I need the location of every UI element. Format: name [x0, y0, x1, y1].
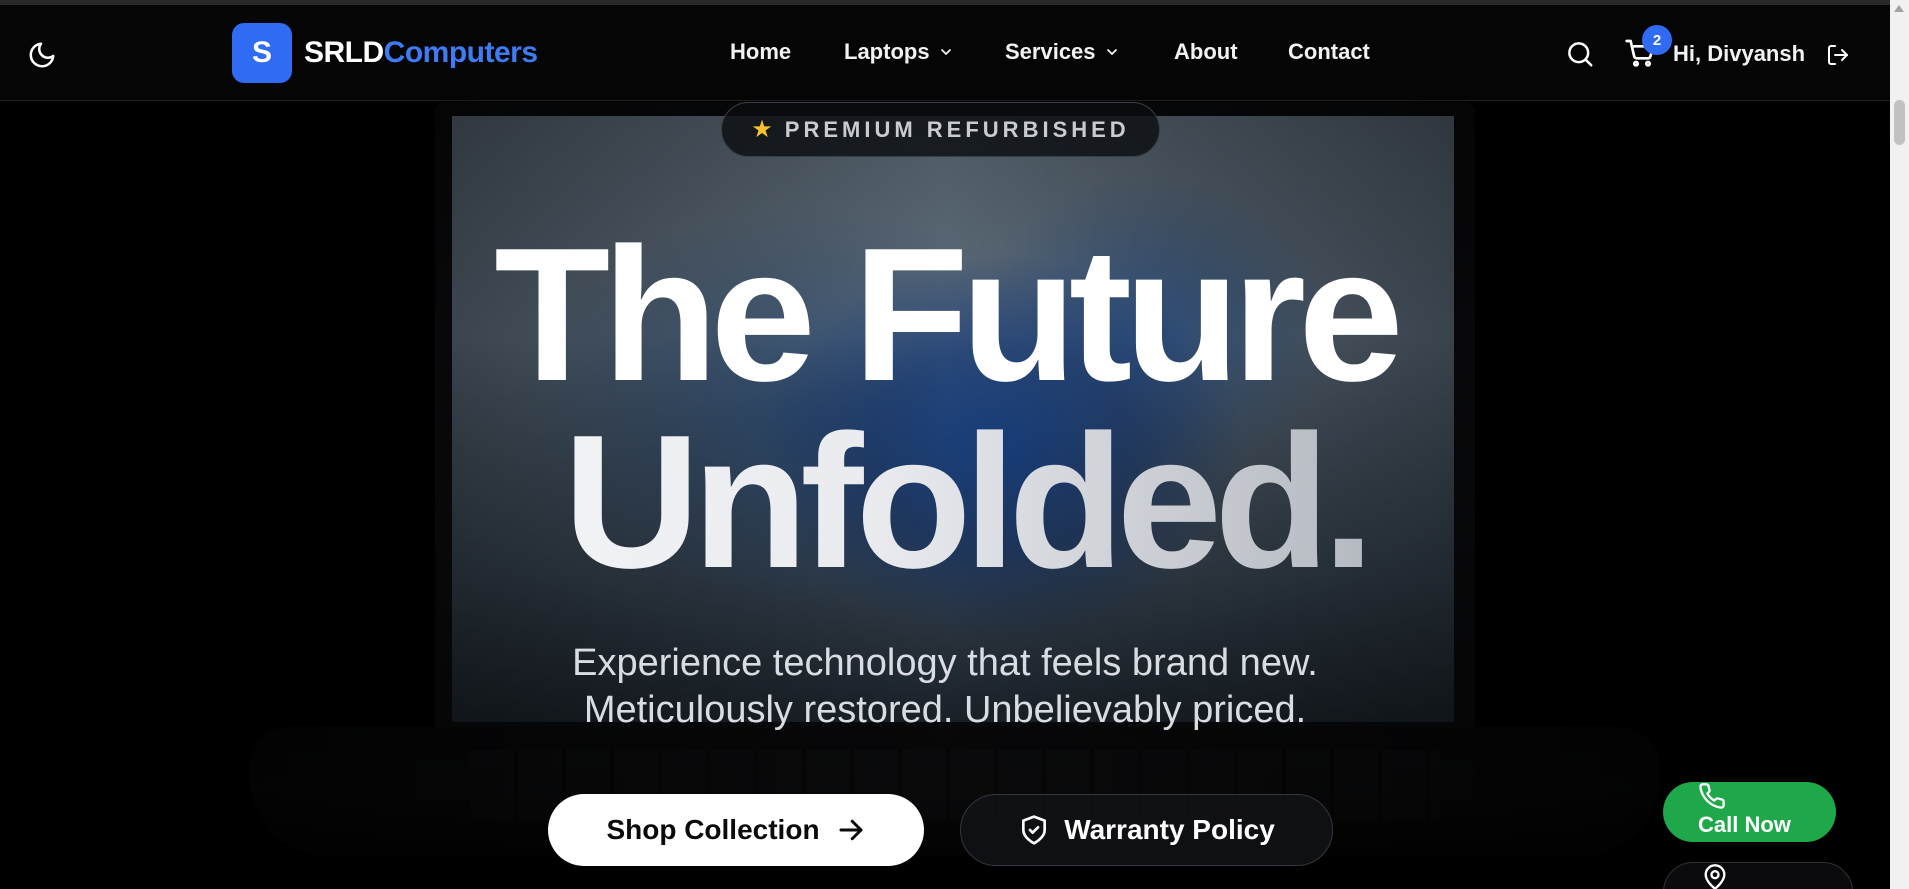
nav-about[interactable]: About: [1174, 39, 1238, 65]
nav-contact[interactable]: Contact: [1288, 39, 1370, 65]
search-button[interactable]: [1565, 39, 1595, 69]
phone-icon: [1699, 783, 1725, 809]
hero-section: ★ PREMIUM REFURBISHED The Future Unfolde…: [0, 102, 1890, 889]
shop-collection-button[interactable]: Shop Collection: [548, 794, 924, 866]
logo-text-part2: Computers: [383, 36, 538, 69]
nav-contact-label: Contact: [1288, 39, 1370, 64]
premium-badge-label: PREMIUM REFURBISHED: [784, 116, 1130, 142]
hero-subtitle-line1: Experience technology that feels brand n…: [572, 642, 1318, 684]
nav-home-label: Home: [730, 39, 792, 64]
warranty-policy-label: Warranty Policy: [1064, 814, 1275, 845]
shield-check-icon: [1022, 815, 1047, 845]
location-button[interactable]: [1663, 862, 1853, 889]
call-now-button[interactable]: Call Now: [1663, 782, 1836, 842]
hero-subtitle-line2: Meticulously restored. Unbelievably pric…: [583, 689, 1307, 731]
logout-button[interactable]: [1826, 43, 1852, 69]
search-icon: [1568, 42, 1593, 67]
shop-collection-label: Shop Collection: [606, 814, 820, 845]
hero-headline-line2: Unfolded.: [20, 407, 1890, 597]
theme-toggle-button[interactable]: [25, 38, 59, 72]
logout-icon: [1828, 45, 1848, 65]
nav-laptops-label: Laptops: [844, 39, 930, 64]
arrow-right-icon: [839, 819, 863, 841]
site-logo[interactable]: S SRLDComputers: [232, 23, 538, 83]
logo-text-part1: SRLD: [304, 36, 384, 69]
scroll-thumb[interactable]: [1894, 100, 1905, 145]
warranty-policy-button[interactable]: Warranty Policy: [960, 794, 1333, 866]
map-pin-icon: [1704, 864, 1726, 889]
hero-headline-line1: The Future: [494, 209, 1404, 421]
logo-text: SRLDComputers: [304, 36, 538, 70]
user-greeting[interactable]: Hi, Divyansh: [1673, 41, 1805, 67]
site-header: S SRLDComputers Home Laptops Services Ab…: [0, 5, 1890, 101]
nav-services-label: Services: [1005, 39, 1096, 64]
logo-mark: S: [232, 23, 292, 83]
nav-about-label: About: [1174, 39, 1238, 64]
cart-count-badge: 2: [1642, 25, 1672, 55]
scroll-up-arrow-icon[interactable]: [1894, 5, 1904, 12]
call-now-label: Call Now: [1698, 812, 1791, 837]
moon-icon: [29, 42, 55, 68]
nav-home[interactable]: Home: [730, 39, 791, 65]
page-scrollbar[interactable]: [1890, 0, 1909, 889]
chevron-down-icon: [940, 49, 951, 55]
nav-services[interactable]: Services: [1005, 39, 1120, 65]
premium-badge: ★ PREMIUM REFURBISHED: [721, 102, 1160, 157]
nav-laptops[interactable]: Laptops: [844, 39, 954, 65]
star-icon: ★: [751, 116, 773, 143]
chevron-down-icon: [1106, 49, 1117, 55]
